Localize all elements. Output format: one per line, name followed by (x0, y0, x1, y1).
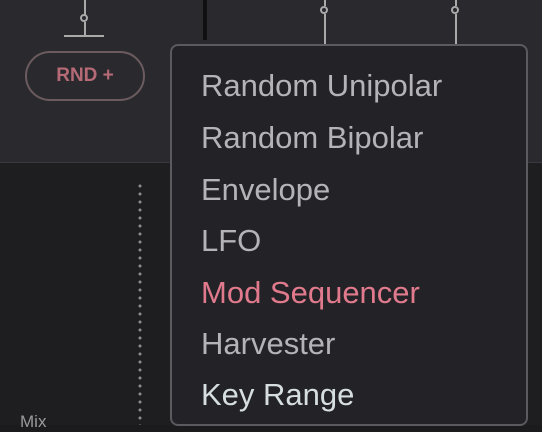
rnd-add-button[interactable]: RND + (25, 51, 145, 101)
menu-item-key-range[interactable]: Key Range (201, 377, 354, 413)
dotted-fader-track[interactable] (138, 182, 142, 425)
menu-item-mod-sequencer[interactable]: Mod Sequencer (201, 275, 420, 311)
menu-item-random-bipolar[interactable]: Random Bipolar (201, 120, 423, 156)
modulator-type-menu: Random Unipolar Random Bipolar Envelope … (170, 44, 528, 426)
menu-item-envelope[interactable]: Envelope (201, 172, 330, 208)
panel-divider (203, 0, 207, 40)
menu-item-harvester[interactable]: Harvester (201, 326, 335, 362)
mix-label: Mix (20, 412, 47, 431)
menu-item-random-unipolar[interactable]: Random Unipolar (201, 68, 442, 104)
menu-item-lfo[interactable]: LFO (201, 223, 261, 259)
